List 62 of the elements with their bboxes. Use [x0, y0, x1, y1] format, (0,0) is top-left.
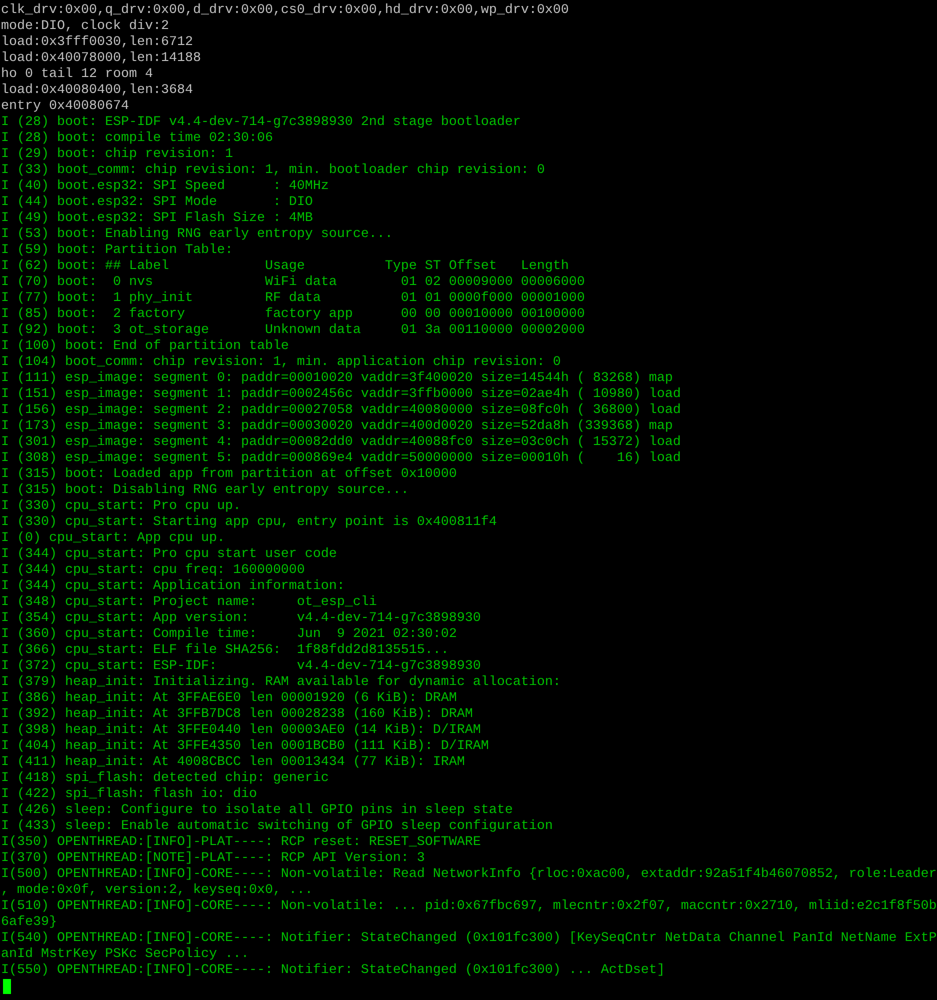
log-line: I(370) OPENTHREAD:[NOTE]-PLAT----: RCP API Version: 3	[1, 851, 425, 867]
log-line: I (344) cpu_start: Pro cpu start user code	[1, 547, 337, 563]
log-line: I(500) OPENTHREAD:[INFO]-CORE----: Non-volatile: Read NetworkInfo {rloc:0xac00, extaddr:92a51f4b46070852, role:Leader	[1, 867, 937, 883]
log-line: I (366) cpu_start: ELF file SHA256: 1f88fdd2d8135515...	[1, 643, 449, 659]
log-line: I (344) cpu_start: Application information:	[1, 579, 345, 595]
log-line: I (418) spi_flash: detected chip: generic	[1, 771, 329, 787]
log-line: I (40) boot.esp32: SPI Speed : 40MHz	[1, 179, 329, 195]
log-line: I (62) boot: ## Label Usage Type ST Offset Length	[1, 259, 569, 275]
log-line: I (70) boot: 0 nvs WiFi data 01 02 00009000 00006000	[1, 275, 585, 291]
log-line: I (330) cpu_start: Starting app cpu, entry point is 0x400811f4	[1, 515, 497, 531]
log-line: I (372) cpu_start: ESP-IDF: v4.4-dev-714-g7c3898930	[1, 659, 481, 675]
log-line: I (315) boot: Loaded app from partition at offset 0x10000	[1, 467, 457, 483]
log-line: I (33) boot_comm: chip revision: 1, min. bootloader chip revision: 0	[1, 163, 545, 179]
log-line: I (426) sleep: Configure to isolate all GPIO pins in sleep state	[1, 803, 513, 819]
log-line: I (59) boot: Partition Table:	[1, 243, 233, 259]
log-line: I (398) heap_init: At 3FFE0440 len 00003AE0 (14 KiB): D/IRAM	[1, 723, 481, 739]
log-line: I (104) boot_comm: chip revision: 1, min. application chip revision: 0	[1, 355, 561, 371]
log-line: , mode:0x0f, version:2, keyseq:0x0, ...	[1, 883, 313, 899]
log-line: I (28) boot: ESP-IDF v4.4-dev-714-g7c3898930 2nd stage bootloader	[1, 115, 521, 131]
log-line: load:0x40080400,len:3684	[1, 83, 193, 99]
log-line: I(510) OPENTHREAD:[INFO]-CORE----: Non-volatile: ... pid:0x67fbc697, mlecntr:0x2f07, maccntr:0x2710, mliid:e2c1f8f50b	[1, 899, 937, 915]
log-line: I (330) cpu_start: Pro cpu up.	[1, 499, 241, 515]
log-line: I (315) boot: Disabling RNG early entropy source...	[1, 483, 409, 499]
log-line: I(550) OPENTHREAD:[INFO]-CORE----: Notifier: StateChanged (0x101fc300) ... ActDset]	[1, 963, 665, 979]
log-line: I (53) boot: Enabling RNG early entropy source...	[1, 227, 393, 243]
log-line: I (44) boot.esp32: SPI Mode : DIO	[1, 195, 313, 211]
log-line: I (301) esp_image: segment 4: paddr=00082dd0 vaddr=40088fc0 size=03c0ch ( 15372) load	[1, 435, 681, 451]
log-line: I (85) boot: 2 factory factory app 00 00 00010000 00100000	[1, 307, 585, 323]
log-line: load:0x3fff0030,len:6712	[1, 35, 193, 51]
log-line: I (348) cpu_start: Project name: ot_esp_cli	[1, 595, 377, 611]
log-line: I (49) boot.esp32: SPI Flash Size : 4MB	[1, 211, 313, 227]
log-line: I(350) OPENTHREAD:[INFO]-PLAT----: RCP reset: RESET_SOFTWARE	[1, 835, 481, 851]
log-line: I (404) heap_init: At 3FFE4350 len 0001BCB0 (111 KiB): D/IRAM	[1, 739, 489, 755]
log-line: I(540) OPENTHREAD:[INFO]-CORE----: Notifier: StateChanged (0x101fc300) [KeySeqCntr NetData Channel PanId NetName ExtP	[1, 931, 937, 947]
log-line: I (411) heap_init: At 4008CBCC len 00013434 (77 KiB): IRAM	[1, 755, 465, 771]
text-cursor	[3, 979, 11, 994]
log-line: entry 0x40080674	[1, 99, 129, 115]
log-line: I (151) esp_image: segment 1: paddr=0002456c vaddr=3ffb0000 size=02ae4h ( 10980) load	[1, 387, 681, 403]
log-line: I (344) cpu_start: cpu freq: 160000000	[1, 563, 305, 579]
log-line: I (29) boot: chip revision: 1	[1, 147, 233, 163]
log-line: I (354) cpu_start: App version: v4.4-dev-714-g7c3898930	[1, 611, 481, 627]
log-line: clk_drv:0x00,q_drv:0x00,d_drv:0x00,cs0_drv:0x00,hd_drv:0x00,wp_drv:0x00	[1, 3, 569, 19]
log-line: I (100) boot: End of partition table	[1, 339, 289, 355]
log-line: mode:DIO, clock div:2	[1, 19, 169, 35]
log-line: I (156) esp_image: segment 2: paddr=00027058 vaddr=40080000 size=08fc0h ( 36800) load	[1, 403, 681, 419]
log-line: I (308) esp_image: segment 5: paddr=000869e4 vaddr=50000000 size=00010h ( 16) load	[1, 451, 681, 467]
log-line: load:0x40078000,len:14188	[1, 51, 201, 67]
log-line: I (173) esp_image: segment 3: paddr=00030020 vaddr=400d0020 size=52da8h (339368) map	[1, 419, 673, 435]
log-line: I (28) boot: compile time 02:30:06	[1, 131, 273, 147]
log-line: I (422) spi_flash: flash io: dio	[1, 787, 257, 803]
log-line: anId MstrKey PSKc SecPolicy ...	[1, 947, 249, 963]
log-line: I (379) heap_init: Initializing. RAM available for dynamic allocation:	[1, 675, 561, 691]
log-line: 6afe39}	[1, 915, 57, 931]
log-line: I (111) esp_image: segment 0: paddr=00010020 vaddr=3f400020 size=14544h ( 83268) map	[1, 371, 673, 387]
log-line: I (392) heap_init: At 3FFB7DC8 len 00028238 (160 KiB): DRAM	[1, 707, 473, 723]
log-line: I (360) cpu_start: Compile time: Jun 9 2021 02:30:02	[1, 627, 457, 643]
log-line: I (92) boot: 3 ot_storage Unknown data 01 3a 00110000 00002000	[1, 323, 585, 339]
log-line: I (0) cpu_start: App cpu up.	[1, 531, 225, 547]
log-line: I (386) heap_init: At 3FFAE6E0 len 00001920 (6 KiB): DRAM	[1, 691, 457, 707]
log-line: I (77) boot: 1 phy_init RF data 01 01 0000f000 00001000	[1, 291, 585, 307]
log-line: I (433) sleep: Enable automatic switching of GPIO sleep configuration	[1, 819, 553, 835]
log-line: ho 0 tail 12 room 4	[1, 67, 153, 83]
